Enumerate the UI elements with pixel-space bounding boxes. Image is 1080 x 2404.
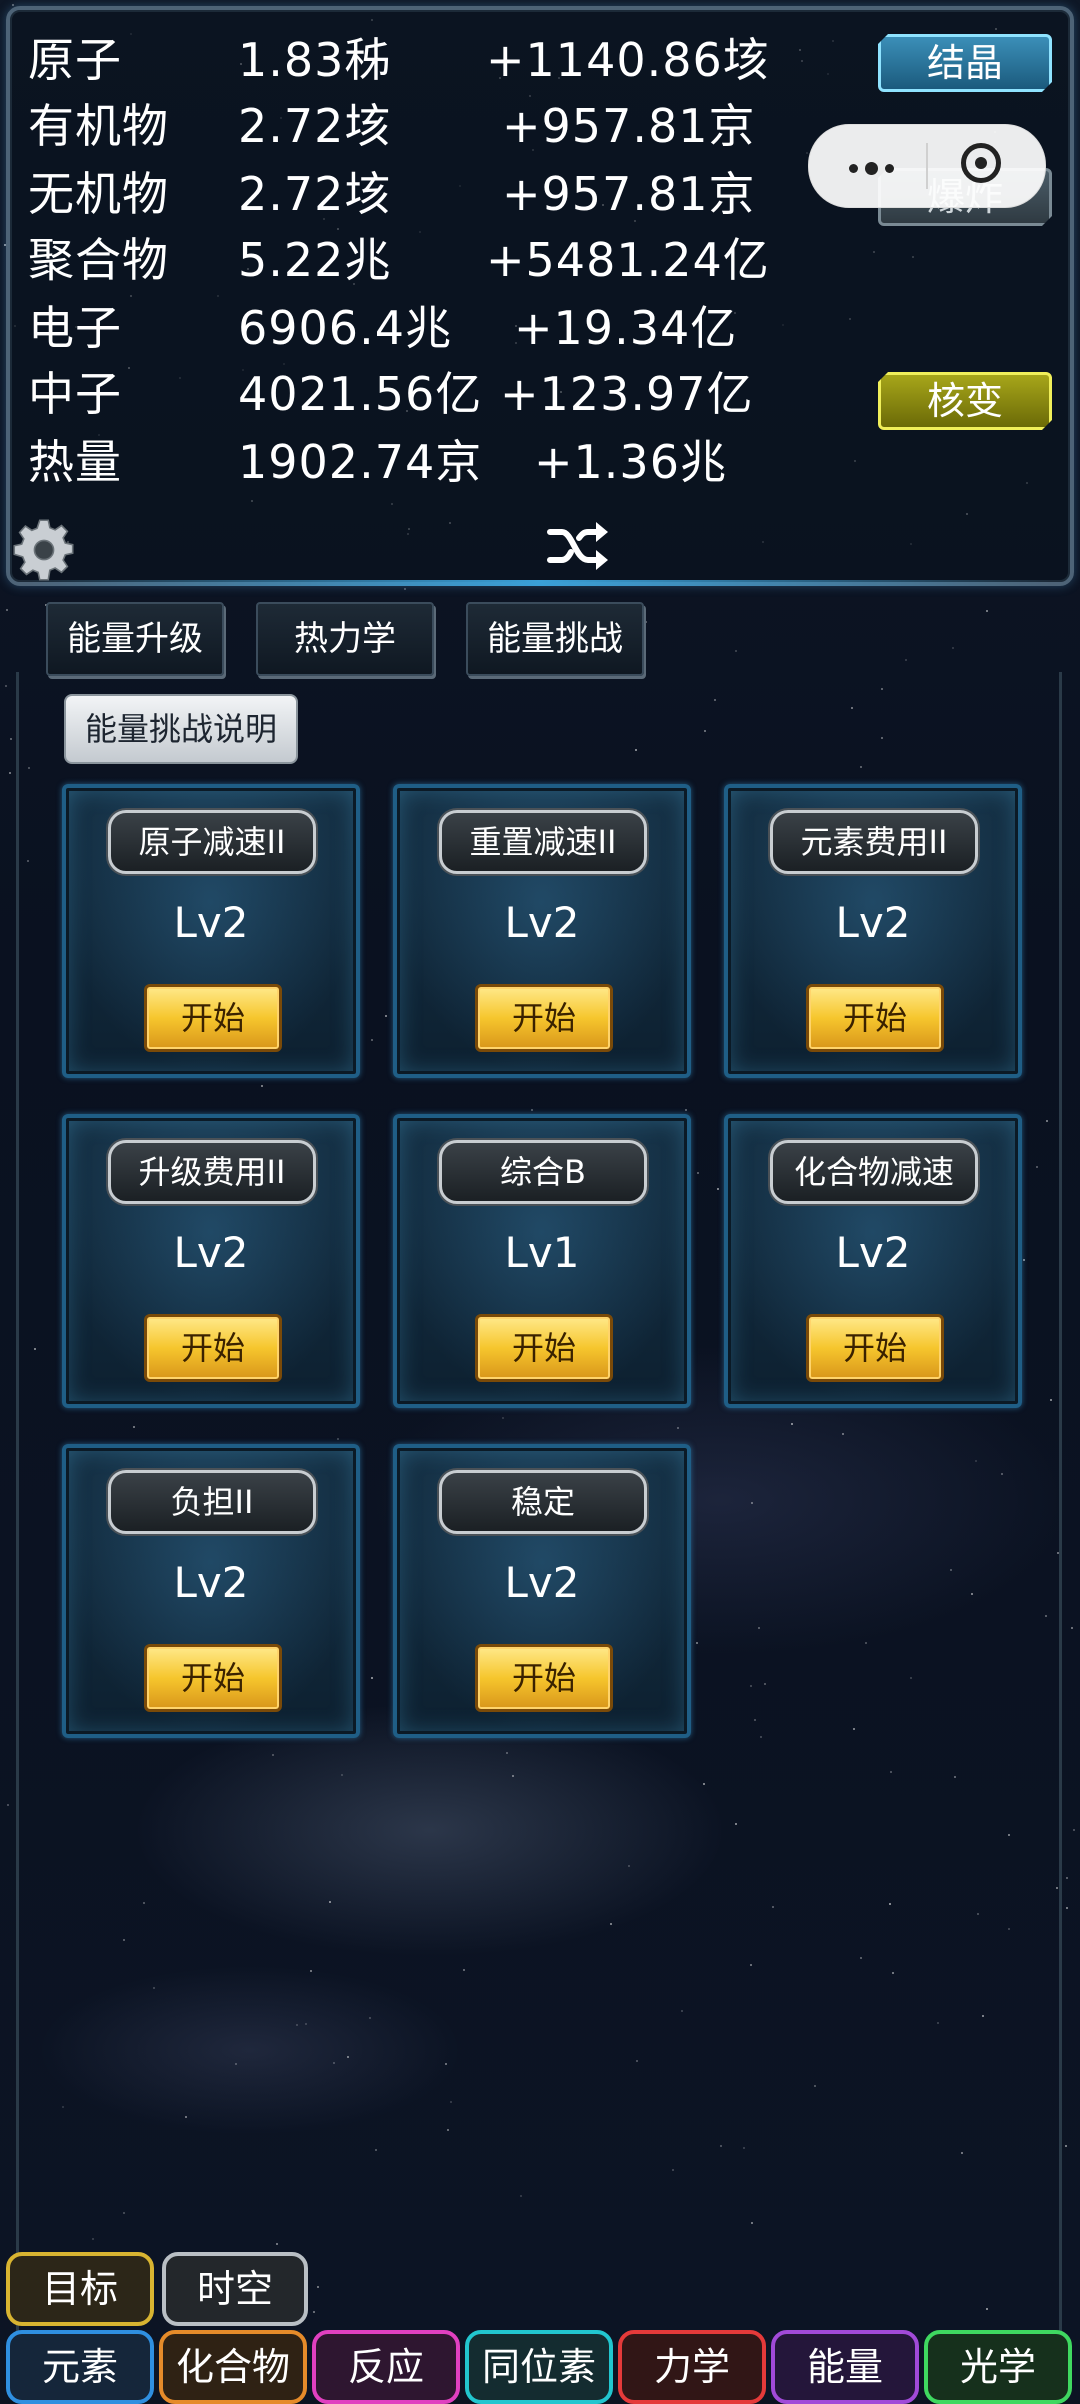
star bbox=[1066, 1877, 1068, 1879]
challenge-name: 原子减速II bbox=[108, 810, 316, 874]
resource-value: 6906.4兆 bbox=[238, 301, 452, 355]
star bbox=[735, 650, 737, 652]
resource-rate: +123.97亿 bbox=[500, 367, 754, 421]
star bbox=[1066, 1907, 1068, 1909]
miniprogram-capsule bbox=[808, 124, 1046, 208]
challenge-name: 重置减速II bbox=[439, 810, 647, 874]
start-button[interactable]: 开始 bbox=[806, 984, 944, 1052]
challenge-card: 化合物减速 Lv2 开始 bbox=[724, 1114, 1022, 1408]
challenge-name: 综合B bbox=[439, 1140, 647, 1204]
star bbox=[1065, 2145, 1067, 2147]
challenge-name: 元素费用II bbox=[770, 810, 978, 874]
fission-button[interactable]: 核变 bbox=[878, 372, 1052, 430]
challenge-level: Lv1 bbox=[504, 1228, 580, 1277]
nav-mechanics[interactable]: 力学 bbox=[618, 2330, 766, 2404]
star bbox=[12, 4, 14, 6]
tab-thermodynamics[interactable]: 热力学 bbox=[256, 602, 434, 676]
challenge-card: 升级费用II Lv2 开始 bbox=[62, 1114, 360, 1408]
goal-button[interactable]: 目标 bbox=[6, 2252, 154, 2326]
start-button[interactable]: 开始 bbox=[144, 1644, 282, 1712]
start-button[interactable]: 开始 bbox=[144, 1314, 282, 1382]
nav-reactions[interactable]: 反应 bbox=[312, 2330, 460, 2404]
crystal-button[interactable]: 结晶 bbox=[878, 34, 1052, 92]
challenge-name: 化合物减速 bbox=[770, 1140, 978, 1204]
resource-value: 1.83秭 bbox=[238, 33, 392, 87]
challenge-level: Lv2 bbox=[504, 898, 580, 947]
nav-energy[interactable]: 能量 bbox=[771, 2330, 919, 2404]
challenge-level: Lv2 bbox=[173, 1558, 249, 1607]
challenge-level: Lv2 bbox=[835, 898, 911, 947]
star bbox=[1073, 1829, 1075, 1831]
nav-elements[interactable]: 元素 bbox=[6, 2330, 154, 2404]
tab-energy-challenge[interactable]: 能量挑战 bbox=[466, 602, 644, 676]
star bbox=[5, 685, 7, 687]
nav-isotopes[interactable]: 同位素 bbox=[465, 2330, 613, 2404]
challenge-level: Lv2 bbox=[504, 1558, 580, 1607]
gear-icon[interactable] bbox=[10, 516, 78, 584]
challenge-card: 元素费用II Lv2 开始 bbox=[724, 784, 1022, 1078]
target-icon[interactable] bbox=[961, 143, 1001, 183]
resource-rate: +1140.86垓 bbox=[486, 33, 770, 87]
start-button[interactable]: 开始 bbox=[475, 1314, 613, 1382]
star bbox=[7, 1804, 9, 1806]
star bbox=[1071, 1627, 1073, 1629]
capsule-divider bbox=[926, 143, 928, 189]
resource-name: 原子 bbox=[28, 33, 122, 87]
challenge-name: 负担II bbox=[108, 1470, 316, 1534]
star bbox=[905, 659, 907, 661]
challenge-name: 稳定 bbox=[439, 1470, 647, 1534]
spacetime-button[interactable]: 时空 bbox=[162, 2252, 308, 2326]
star bbox=[9, 772, 11, 774]
challenge-card: 负担II Lv2 开始 bbox=[62, 1444, 360, 1738]
star bbox=[952, 647, 954, 649]
start-button[interactable]: 开始 bbox=[475, 984, 613, 1052]
start-button[interactable]: 开始 bbox=[806, 1314, 944, 1382]
resource-value: 2.72垓 bbox=[238, 167, 392, 221]
challenge-level: Lv2 bbox=[173, 898, 249, 947]
resource-name: 中子 bbox=[28, 367, 122, 421]
star bbox=[404, 588, 406, 590]
challenge-card: 重置减速II Lv2 开始 bbox=[393, 784, 691, 1078]
more-dots-icon[interactable] bbox=[849, 158, 901, 177]
resource-rate: +5481.24亿 bbox=[486, 233, 770, 287]
resource-name: 无机物 bbox=[28, 167, 169, 221]
challenge-info-button[interactable]: 能量挑战说明 bbox=[64, 694, 298, 764]
nav-optics[interactable]: 光学 bbox=[924, 2330, 1072, 2404]
resource-value: 2.72垓 bbox=[238, 99, 392, 153]
resource-rate: +957.81京 bbox=[502, 167, 756, 221]
challenge-name: 升级费用II bbox=[108, 1140, 316, 1204]
resource-value: 4021.56亿 bbox=[238, 367, 483, 421]
shuffle-icon[interactable] bbox=[546, 520, 610, 572]
challenge-card: 稳定 Lv2 开始 bbox=[393, 1444, 691, 1738]
tab-energy-upgrade[interactable]: 能量升级 bbox=[46, 602, 224, 676]
star bbox=[645, 621, 647, 623]
resource-rate: +1.36兆 bbox=[534, 435, 727, 489]
challenge-card: 综合B Lv1 开始 bbox=[393, 1114, 691, 1408]
resource-rate: +19.34亿 bbox=[514, 301, 738, 355]
nav-compounds[interactable]: 化合物 bbox=[159, 2330, 307, 2404]
resource-name: 聚合物 bbox=[28, 233, 169, 287]
star bbox=[6, 609, 8, 611]
challenge-level: Lv2 bbox=[173, 1228, 249, 1277]
challenge-card: 原子减速II Lv2 开始 bbox=[62, 784, 360, 1078]
resource-name: 电子 bbox=[28, 301, 122, 355]
resource-rate: +957.81京 bbox=[502, 99, 756, 153]
star bbox=[10, 738, 12, 740]
resource-name: 有机物 bbox=[28, 99, 169, 153]
star bbox=[986, 610, 988, 612]
start-button[interactable]: 开始 bbox=[144, 984, 282, 1052]
resource-name: 热量 bbox=[28, 435, 122, 489]
resource-value: 1902.74京 bbox=[238, 435, 483, 489]
start-button[interactable]: 开始 bbox=[475, 1644, 613, 1712]
resource-value: 5.22兆 bbox=[238, 233, 392, 287]
challenge-level: Lv2 bbox=[835, 1228, 911, 1277]
